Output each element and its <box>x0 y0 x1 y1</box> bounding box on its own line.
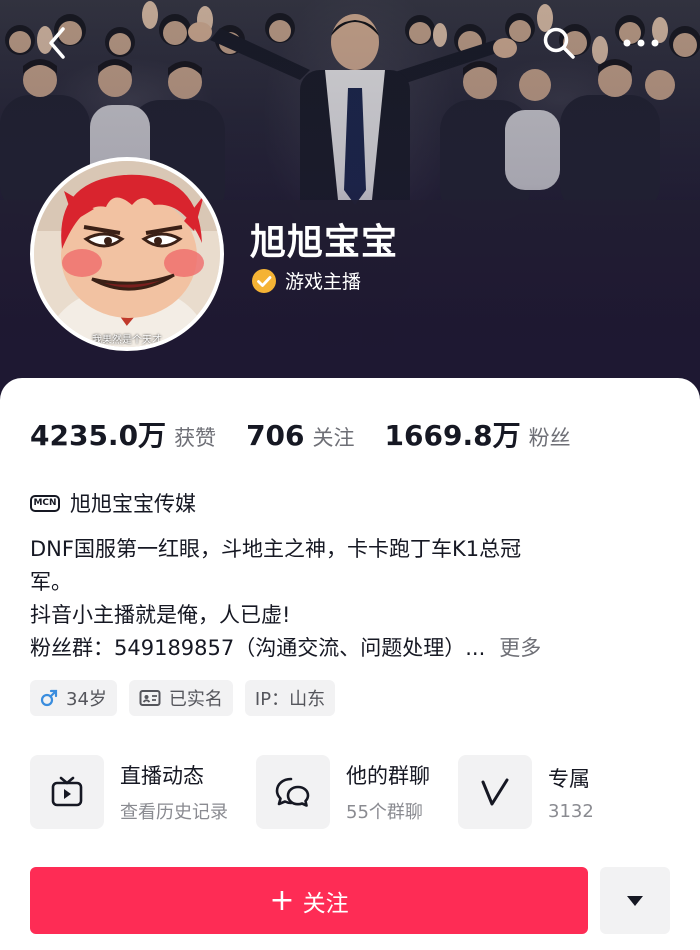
search-button[interactable] <box>538 22 580 64</box>
stat-value: 706 <box>246 419 305 452</box>
entry-text: 专属 3132 <box>548 763 594 822</box>
stats-row: 4235.0万 获赞 706 关注 1669.8万 粉丝 <box>30 414 601 454</box>
mcn-icon: MCN <box>30 494 60 512</box>
verification-label: 游戏主播 <box>285 271 362 293</box>
entry-title: 直播动态 <box>120 764 204 788</box>
bio-line: 抖音小主播就是俺，人已虚! <box>30 603 291 627</box>
bio-line: 粉丝群：549189857（沟通交流、问题处理）... <box>30 636 486 660</box>
entry-icon-box <box>30 755 104 829</box>
entry-title: 专属 <box>548 766 590 791</box>
entry-subtitle: 查看历史记录 <box>120 802 228 823</box>
v-icon <box>481 778 509 806</box>
stat-label: 获赞 <box>174 426 217 450</box>
tags-row: 34岁 已实名 IP：山东 <box>30 680 347 716</box>
mcn-row[interactable]: MCN 旭旭宝宝传媒 <box>30 488 196 518</box>
stat-followers[interactable]: 1669.8万 粉丝 <box>385 414 571 454</box>
tag-label: 34岁 <box>66 689 107 710</box>
mcn-name: 旭旭宝宝传媒 <box>70 492 196 516</box>
caret-down-icon <box>627 895 643 906</box>
entry-subtitle: 55个群聊 <box>346 802 423 823</box>
back-arrow-icon <box>49 27 65 59</box>
entry-group-chats[interactable]: 他的群聊 55个群聊 <box>256 755 430 829</box>
entry-title: 他的群聊 <box>346 764 430 788</box>
more-button[interactable] <box>618 22 664 64</box>
tag-label: 已实名 <box>168 689 223 710</box>
stat-label: 关注 <box>312 426 355 450</box>
tv-play-icon <box>51 776 83 807</box>
tag-ip: IP：山东 <box>244 680 336 716</box>
bio-line: DNF国服第一红眼，斗地主之神，卡卡跑丁车K1总冠 <box>30 537 522 561</box>
stat-value: 4235.0万 <box>30 419 167 452</box>
entry-text: 直播动态 查看历史记录 <box>120 760 228 824</box>
tag-label: IP：山东 <box>254 689 326 710</box>
entry-exclusive[interactable]: 专属 3132 <box>458 755 594 829</box>
follow-button[interactable]: + 关注 <box>30 867 588 934</box>
avatar[interactable]: 我果然是个天才 <box>30 157 224 351</box>
more-dots-icon <box>623 39 659 47</box>
entry-icon-box <box>256 755 330 829</box>
search-icon <box>543 27 575 59</box>
back-button[interactable] <box>36 22 78 64</box>
stat-likes[interactable]: 4235.0万 获赞 <box>30 414 216 454</box>
group-chat-icon <box>275 777 310 807</box>
entry-live-history[interactable]: 直播动态 查看历史记录 <box>30 755 228 829</box>
follow-label: 关注 <box>302 890 349 917</box>
nickname: 旭旭宝宝 <box>250 222 399 263</box>
avatar-caption: 我果然是个天才 <box>92 335 162 346</box>
profile-banner: 我果然是个天才 旭旭宝宝 游戏主播 <box>0 0 700 410</box>
stat-label: 粉丝 <box>528 426 571 450</box>
bio-line: 军。 <box>30 570 72 594</box>
tag-age: 34岁 <box>30 680 117 716</box>
entry-subtitle: 3132 <box>548 800 594 822</box>
recommend-dropdown-button[interactable] <box>600 867 670 934</box>
bio-last-row: 粉丝群：549189857（沟通交流、问题处理）... 更多 <box>30 632 670 665</box>
profile-card: 4235.0万 获赞 706 关注 1669.8万 粉丝 MCN 旭旭宝宝传媒 … <box>0 378 700 950</box>
stat-following[interactable]: 706 关注 <box>246 419 354 452</box>
tag-verified-name: 已实名 <box>128 680 233 716</box>
bio-more-link[interactable]: 更多 <box>499 632 541 665</box>
avatar-image <box>34 161 220 347</box>
verified-badge-icon <box>252 268 276 293</box>
male-icon <box>40 689 58 707</box>
stat-value: 1669.8万 <box>384 419 521 452</box>
id-card-icon <box>139 690 161 706</box>
entry-text: 他的群聊 55个群聊 <box>346 760 430 824</box>
plus-icon: + <box>269 882 295 918</box>
entries-row: 直播动态 查看历史记录 他的群聊 55个群聊 专属 3132 <box>30 755 622 829</box>
verification-row: 游戏主播 <box>251 267 361 294</box>
entry-icon-box <box>458 755 532 829</box>
bio: DNF国服第一红眼，斗地主之神，卡卡跑丁车K1总冠 军。 抖音小主播就是俺，人已… <box>30 533 670 665</box>
